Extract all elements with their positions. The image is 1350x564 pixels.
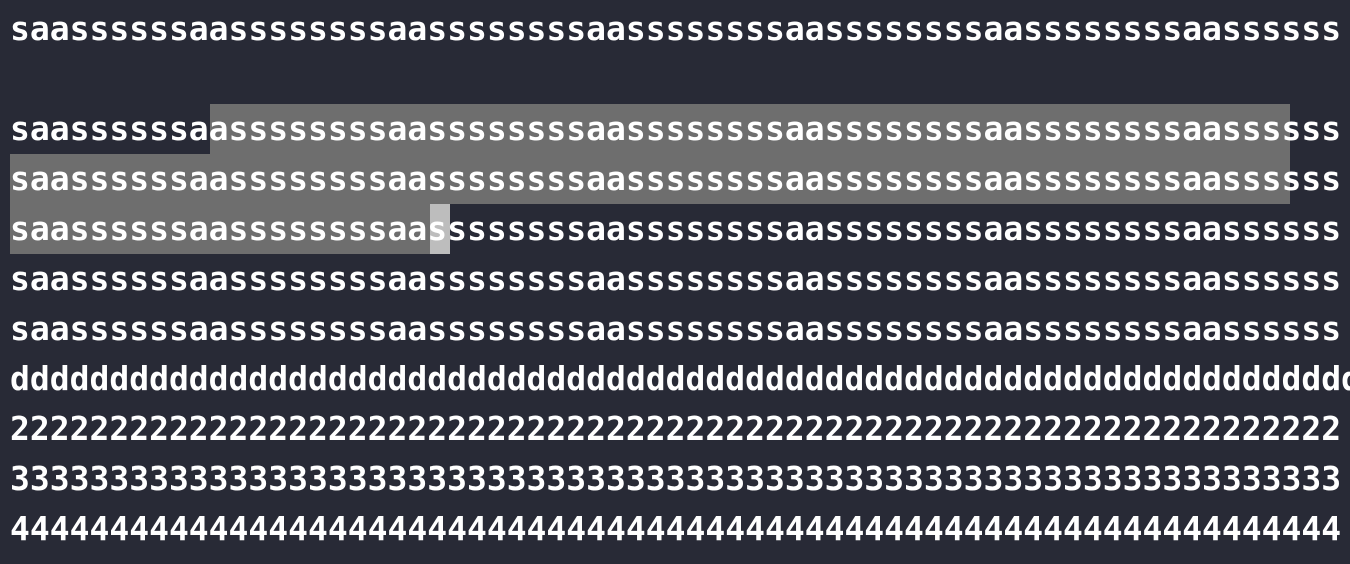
- text-editor[interactable]: saassssssaassssssssaassssssssaassssssssa…: [0, 0, 1350, 564]
- editor-line-3[interactable]: saassssssaassssssssaassssssssaassssssssa…: [10, 104, 1341, 154]
- editor-line-10[interactable]: 3333333333333333333333333333333333333333…: [10, 454, 1341, 504]
- editor-line-7[interactable]: saassssssaassssssssaassssssssaassssssssa…: [10, 304, 1341, 354]
- editor-line-8[interactable]: dddddddddddddddddddddddddddddddddddddddd…: [10, 354, 1350, 404]
- editor-line-11[interactable]: 4444444444444444444444444444444444444444…: [10, 504, 1341, 554]
- editor-line-9[interactable]: 2222222222222222222222222222222222222222…: [10, 404, 1341, 454]
- editor-line-5[interactable]: saassssssaassssssssaassssssssaassssssssa…: [10, 204, 1341, 254]
- editor-line-6[interactable]: saassssssaassssssssaassssssssaassssssssa…: [10, 254, 1341, 304]
- editor-line-1[interactable]: saassssssaassssssssaassssssssaassssssssa…: [10, 4, 1341, 54]
- editor-line-4[interactable]: saassssssaassssssssaassssssssaassssssssa…: [10, 154, 1341, 204]
